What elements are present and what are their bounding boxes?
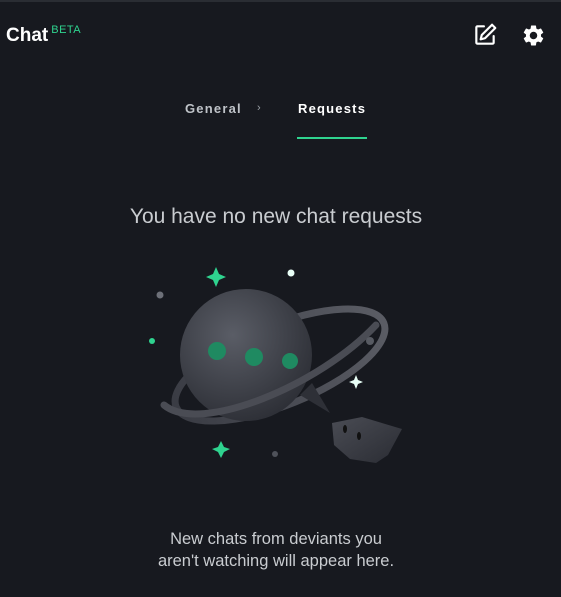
empty-state-caption: New chats from deviants you aren't watch… [0, 528, 552, 572]
compose-icon [475, 23, 497, 45]
dot-bottom-grey [272, 451, 278, 457]
compose-button[interactable] [470, 20, 500, 50]
dot-right-grey [366, 337, 374, 345]
dot-left-green [149, 338, 155, 344]
rock-creature [332, 417, 402, 463]
title-group: Chat BETA [6, 24, 81, 48]
tab-requests[interactable]: Requests [298, 101, 366, 116]
active-tab-indicator [297, 137, 367, 139]
dot-top-white [287, 269, 295, 277]
caption-line-1: New chats from deviants you [170, 530, 382, 548]
star-top-green [206, 267, 226, 287]
planet-illustration [149, 267, 402, 463]
tab-general[interactable]: General [185, 101, 242, 116]
tab-separator: › [257, 102, 261, 114]
beta-badge: BETA [51, 24, 82, 36]
chat-tabs: General › Requests [0, 92, 561, 142]
star-bottom-green [212, 441, 230, 458]
settings-button[interactable] [518, 20, 548, 50]
caption-line-2: aren't watching will appear here. [157, 552, 395, 570]
empty-state-heading: You have no new chat requests [129, 205, 423, 228]
gear-icon [523, 24, 543, 45]
page-title: Chat [6, 25, 49, 46]
dot-left-grey [156, 291, 164, 299]
sparkle-right-white [349, 375, 363, 389]
chat-header: Chat BETA [0, 0, 561, 70]
